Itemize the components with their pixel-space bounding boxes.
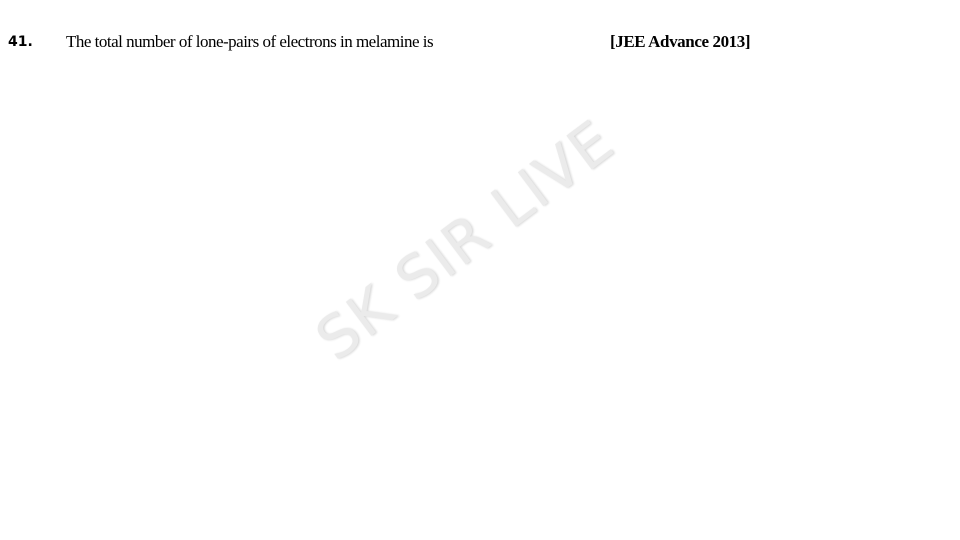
question-row: 41. The total number of lone-pairs of el… [0, 30, 960, 60]
question-source: [JEE Advance 2013] [610, 32, 751, 51]
watermark: SK SIR LIVE [303, 106, 627, 374]
question-number: 41. [8, 34, 33, 50]
question-text: The total number of lone-pairs of electr… [66, 32, 434, 51]
